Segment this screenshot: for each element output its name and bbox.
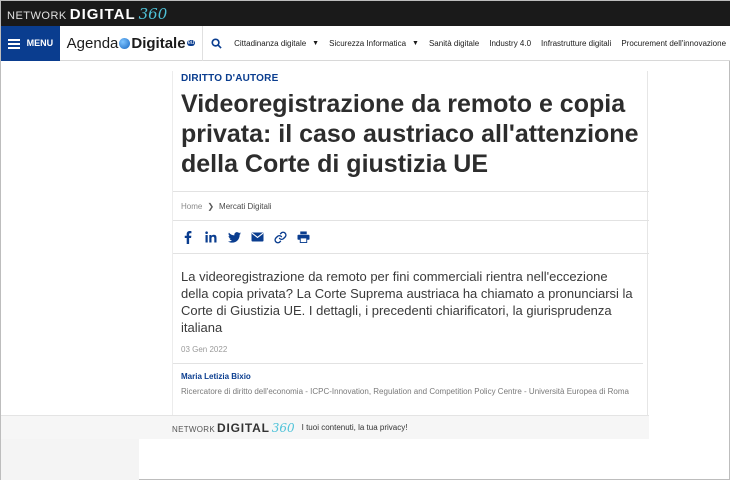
breadcrumb: Home ❯ Mercati Digitali [173, 192, 649, 220]
main-navbar: MENU Agenda Digitale eu Cittadinanza dig… [1, 25, 730, 61]
chevron-right-icon: ❯ [207, 201, 215, 211]
article-category[interactable]: DIRITTO D'AUTORE [181, 73, 649, 84]
logo-360-text: 360 [138, 4, 168, 23]
search-icon [211, 37, 222, 49]
facebook-icon[interactable] [181, 230, 195, 244]
privacy-strip: NETWORK DIGITAL 360 I tuoi contenuti, la… [1, 415, 649, 439]
nav-item-industry-4-0[interactable]: Industry 4.0 [484, 39, 536, 48]
network-bar: NETWORK DIGITAL 360 [1, 1, 730, 26]
divider [173, 253, 649, 254]
nav-item-infrastrutture-digitali[interactable]: Infrastrutture digitali [536, 39, 616, 48]
chevron-down-icon: ▼ [312, 39, 320, 47]
article-date: 03 Gen 2022 [181, 345, 228, 354]
hamburger-icon [7, 38, 20, 49]
chevron-down-icon: ▼ [412, 39, 419, 47]
footer-logo-digital-text: DIGITAL [217, 420, 270, 435]
breadcrumb-home[interactable]: Home [181, 202, 202, 211]
divider [173, 363, 643, 364]
logo-eu-text: eu [186, 40, 196, 46]
print-icon[interactable] [296, 230, 310, 244]
globe-icon [119, 37, 131, 49]
linkedin-icon[interactable] [204, 230, 218, 244]
logo-digitale-text: Digitale [131, 34, 186, 52]
footer-logo-network-text: NETWORK [172, 424, 215, 434]
article-lead: La videoregistrazione da remoto per fini… [181, 269, 633, 335]
nav-item-cittadinanza-digitale[interactable]: Cittadinanza digitale ▼ [229, 39, 324, 48]
share-bar [173, 221, 649, 253]
nav-item-sanita-digitale[interactable]: Sanità digitale [424, 39, 484, 48]
email-icon[interactable] [250, 230, 264, 244]
nav-menu: Cittadinanza digitale ▼ Sicurezza Inform… [229, 39, 730, 48]
footer-network-logo[interactable]: NETWORK DIGITAL 360 [172, 421, 295, 435]
menu-button[interactable]: MENU [1, 25, 60, 61]
article: DIRITTO D'AUTORE Videoregistrazione da r… [173, 69, 649, 397]
nav-item-procurement-innovazione[interactable]: Procurement dell'innovazione [616, 39, 730, 48]
logo-agenda-text: Agenda [66, 34, 119, 52]
nav-item-sicurezza-informatica[interactable]: Sicurezza Informatica ▼ [324, 39, 424, 48]
logo-digital-text: DIGITAL [69, 5, 136, 23]
privacy-text[interactable]: I tuoi contenuti, la tua privacy! [302, 423, 408, 432]
menu-label: MENU [26, 38, 54, 48]
agendadigitale-logo[interactable]: Agenda Digitale eu [67, 35, 196, 52]
link-icon[interactable] [273, 230, 287, 244]
logo-network-text: NETWORK [7, 9, 67, 22]
author-name[interactable]: Maria Letizia Bixio [181, 372, 649, 381]
author-role: Ricercatore di diritto dell'economia - I… [181, 387, 629, 396]
breadcrumb-current[interactable]: Mercati Digitali [219, 202, 271, 211]
article-title: Videoregistrazione da remoto e copia pri… [181, 90, 639, 178]
footer-logo-360-text: 360 [271, 420, 295, 435]
search-button[interactable] [203, 37, 229, 49]
bottom-panel [1, 439, 139, 480]
twitter-icon[interactable] [227, 230, 241, 244]
network-digital360-logo[interactable]: NETWORK DIGITAL 360 [7, 5, 167, 23]
